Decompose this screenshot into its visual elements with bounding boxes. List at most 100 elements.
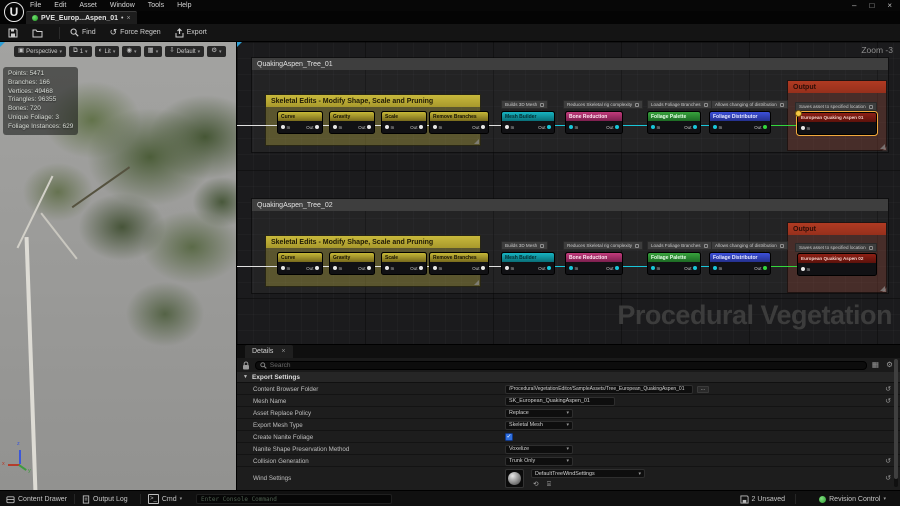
reset-icon[interactable]: ↺ [885, 395, 891, 407]
comment-title[interactable]: Output [788, 223, 886, 235]
menu-window[interactable]: Window [110, 2, 135, 9]
pin-out[interactable]: Out [410, 125, 423, 130]
pin-in[interactable]: In [433, 266, 442, 271]
pin-in[interactable]: In [801, 126, 810, 131]
node-comment-bubble[interactable]: Reduces Skeletal rig complexity [563, 100, 643, 109]
comment-title[interactable]: QuakingAspen_Tree_01 [252, 58, 888, 70]
pin-out[interactable]: Out [306, 266, 319, 271]
pin-in[interactable]: In [281, 125, 290, 130]
node-foliage-distributor[interactable]: Foliage Distributor InOut [709, 252, 771, 275]
comment-title[interactable]: Skeletal Edits - Modify Shape, Scale and… [266, 236, 480, 248]
save-button[interactable] [8, 28, 18, 38]
node-comment-bubble[interactable]: Saves asset to specified location [795, 102, 877, 111]
node-scale[interactable]: Scale InOut [381, 252, 427, 275]
pin-out[interactable]: Out [754, 266, 767, 271]
gear-icon[interactable]: ⚙ [886, 361, 893, 369]
content-drawer-button[interactable]: Content Drawer [6, 491, 67, 506]
node-comment-bubble[interactable]: Saves asset to specified location [795, 243, 877, 252]
maximize-button[interactable]: □ [869, 2, 874, 10]
pin-out[interactable]: Out [684, 266, 697, 271]
output-log-button[interactable]: Output Log [82, 491, 128, 506]
lit-mode-dropdown[interactable]: ◐Lit▾ [95, 46, 120, 57]
pin-out[interactable]: Out [538, 125, 551, 130]
details-search-box[interactable] [255, 361, 867, 371]
node-comment-bubble[interactable]: Builds 3D Mesh [501, 241, 548, 250]
pin-out[interactable]: Out [606, 266, 619, 271]
revision-control-button[interactable]: Revision Control ▾ [819, 491, 886, 506]
export-button[interactable]: Export [175, 28, 207, 38]
pin-out[interactable]: Out [606, 125, 619, 130]
mesh-type-dropdown[interactable]: Skeletal Mesh [505, 421, 573, 430]
pin-out[interactable]: Out [358, 125, 371, 130]
browse-to-asset-icon[interactable]: ⌸ [547, 481, 551, 488]
comment-title[interactable]: QuakingAspen_Tree_02 [252, 199, 888, 211]
browse-content-button[interactable] [32, 28, 43, 38]
pin-in[interactable]: In [569, 266, 578, 271]
node-foliage-palette[interactable]: Foliage Palette InOut [647, 111, 701, 134]
details-tab[interactable]: Details × [245, 345, 293, 358]
pin-out[interactable]: Out [684, 125, 697, 130]
console-input[interactable] [201, 496, 387, 503]
pin-in[interactable]: In [713, 266, 722, 271]
wind-settings-dropdown[interactable]: DefaultTreeWindSettings [531, 469, 645, 478]
console-input-box[interactable] [196, 494, 392, 504]
pin-out[interactable]: Out [472, 266, 485, 271]
pin-in[interactable]: In [651, 266, 660, 271]
find-button[interactable]: Find [70, 28, 96, 37]
pin-in[interactable]: In [333, 125, 342, 130]
node-scale[interactable]: Scale InOut [381, 111, 427, 134]
preview-viewport[interactable]: ▣Perspective▾ ⧉1▾ ◐Lit▾ ◉▾ ▦▾ ⇩Default▾ … [0, 42, 236, 490]
viewport-settings-dropdown[interactable]: ⚙▾ [207, 46, 225, 57]
pin-in[interactable]: In [333, 266, 342, 271]
pin-out[interactable]: Out [358, 266, 371, 271]
replace-policy-dropdown[interactable]: Replace [505, 409, 573, 418]
node-remove-branches[interactable]: Remove Branches InOut [429, 252, 489, 275]
pin-in[interactable]: In [569, 125, 578, 130]
node-remove-branches[interactable]: Remove Branches InOut [429, 111, 489, 134]
pin-out[interactable]: Out [754, 125, 767, 130]
tab-close-icon[interactable]: × [126, 15, 130, 22]
details-scrollbar[interactable] [894, 359, 898, 487]
display-options-icon[interactable]: ▦ [872, 361, 879, 369]
close-button[interactable]: × [887, 2, 892, 10]
pin-in[interactable]: In [505, 125, 514, 130]
search-input[interactable] [270, 362, 862, 369]
node-comment-bubble[interactable]: Builds 3D Mesh [501, 100, 548, 109]
reset-icon[interactable]: ↺ [885, 455, 891, 467]
asset-tab[interactable]: PVE_Europ...Aspen_01 • × [26, 11, 137, 24]
node-gravity[interactable]: Gravity InOut [329, 111, 375, 134]
minimize-button[interactable]: – [852, 2, 856, 10]
node-comment-bubble[interactable]: Loads Foliage Branches [647, 100, 712, 109]
menu-asset[interactable]: Asset [79, 2, 97, 9]
browse-ellipsis-button[interactable]: ... [697, 386, 709, 393]
lock-icon[interactable] [242, 361, 250, 370]
force-regen-button[interactable]: ↺ Force Regen [110, 28, 161, 37]
pin-in[interactable]: In [505, 266, 514, 271]
camera-speed-dropdown[interactable]: ⧉1▾ [69, 46, 92, 57]
node-graph-panel[interactable]: Zoom -3 Procedural Vegetation QuakingAsp… [236, 42, 900, 345]
menu-file[interactable]: File [30, 2, 41, 9]
reset-icon[interactable]: ↺ [885, 472, 891, 484]
pin-in[interactable]: In [385, 125, 394, 130]
node-bone-reduction[interactable]: Bone Reduction InOut [565, 111, 623, 134]
pin-in[interactable]: In [713, 125, 722, 130]
pin-out[interactable]: Out [306, 125, 319, 130]
node-mesh-builder[interactable]: Mesh Builder InOut [501, 252, 555, 275]
scalability-dropdown[interactable]: ⇩Default▾ [165, 46, 204, 57]
pin-out[interactable]: Out [472, 125, 485, 130]
node-mesh-builder[interactable]: Mesh Builder InOut [501, 111, 555, 134]
cmd-dropdown[interactable]: >_ Cmd ▾ [148, 491, 182, 506]
menu-help[interactable]: Help [177, 2, 191, 9]
node-curve[interactable]: Curve InOut [277, 111, 323, 134]
node-bone-reduction[interactable]: Bone Reduction InOut [565, 252, 623, 275]
use-selected-icon[interactable]: ⟲ [533, 481, 538, 488]
pin-out[interactable]: Out [410, 266, 423, 271]
comment-title[interactable]: Output [788, 81, 886, 93]
wind-asset-thumbnail[interactable] [505, 469, 524, 488]
pin-in[interactable]: In [433, 125, 442, 130]
tab-close-icon[interactable]: × [281, 348, 285, 355]
pin-in[interactable]: In [385, 266, 394, 271]
node-output-aspen-01[interactable]: European Quaking Aspen 01 In [797, 112, 877, 135]
perspective-dropdown[interactable]: ▣Perspective▾ [14, 46, 66, 57]
pin-in[interactable]: In [281, 266, 290, 271]
